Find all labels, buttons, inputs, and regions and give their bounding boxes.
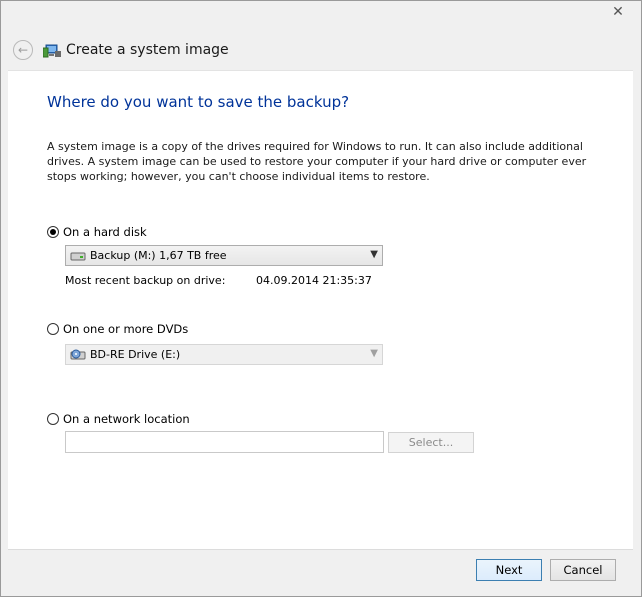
network-radio[interactable] — [47, 413, 59, 425]
dvd-drive-icon — [70, 349, 86, 359]
hard-disk-radio[interactable] — [47, 226, 59, 238]
hard-disk-option[interactable]: On a hard disk — [47, 225, 147, 239]
cancel-button[interactable]: Cancel — [550, 559, 616, 581]
back-button[interactable]: ← — [13, 40, 33, 60]
recent-backup-value: 04.09.2014 21:35:37 — [256, 274, 372, 287]
backup-icon — [43, 44, 61, 58]
network-label: On a network location — [63, 412, 190, 426]
dvd-drive-value: BD-RE Drive (E:) — [90, 348, 181, 361]
hard-disk-drive-select[interactable]: Backup (M:) 1,67 TB free ▼ — [65, 245, 383, 266]
select-network-button[interactable]: Select... — [388, 432, 474, 453]
recent-backup-label: Most recent backup on drive: — [65, 274, 226, 287]
back-arrow-icon: ← — [17, 43, 29, 57]
chevron-down-icon: ▼ — [370, 249, 378, 260]
dvd-drive-select[interactable]: BD-RE Drive (E:) ▼ — [65, 344, 383, 365]
dvd-option[interactable]: On one or more DVDs — [47, 322, 188, 336]
dialog-window: ✕ ← Create a system image Where do you w… — [0, 0, 642, 597]
dvd-label: On one or more DVDs — [63, 322, 189, 336]
close-button[interactable]: ✕ — [603, 2, 633, 22]
dialog-title: Create a system image — [66, 42, 229, 58]
network-option[interactable]: On a network location — [47, 412, 190, 426]
dvd-radio[interactable] — [47, 323, 59, 335]
hard-disk-drive-value: Backup (M:) 1,67 TB free — [90, 249, 227, 262]
content-panel: Where do you want to save the backup? A … — [8, 70, 633, 550]
network-path-input[interactable] — [65, 431, 384, 453]
description-text: A system image is a copy of the drives r… — [47, 140, 587, 183]
hard-disk-label: On a hard disk — [63, 225, 147, 239]
page-heading: Where do you want to save the backup? — [47, 93, 350, 111]
next-button[interactable]: Next — [476, 559, 542, 581]
chevron-down-icon: ▼ — [370, 348, 378, 359]
titlebar: ← Create a system image — [1, 31, 641, 69]
close-icon: ✕ — [612, 4, 624, 20]
hard-drive-icon — [70, 252, 86, 260]
